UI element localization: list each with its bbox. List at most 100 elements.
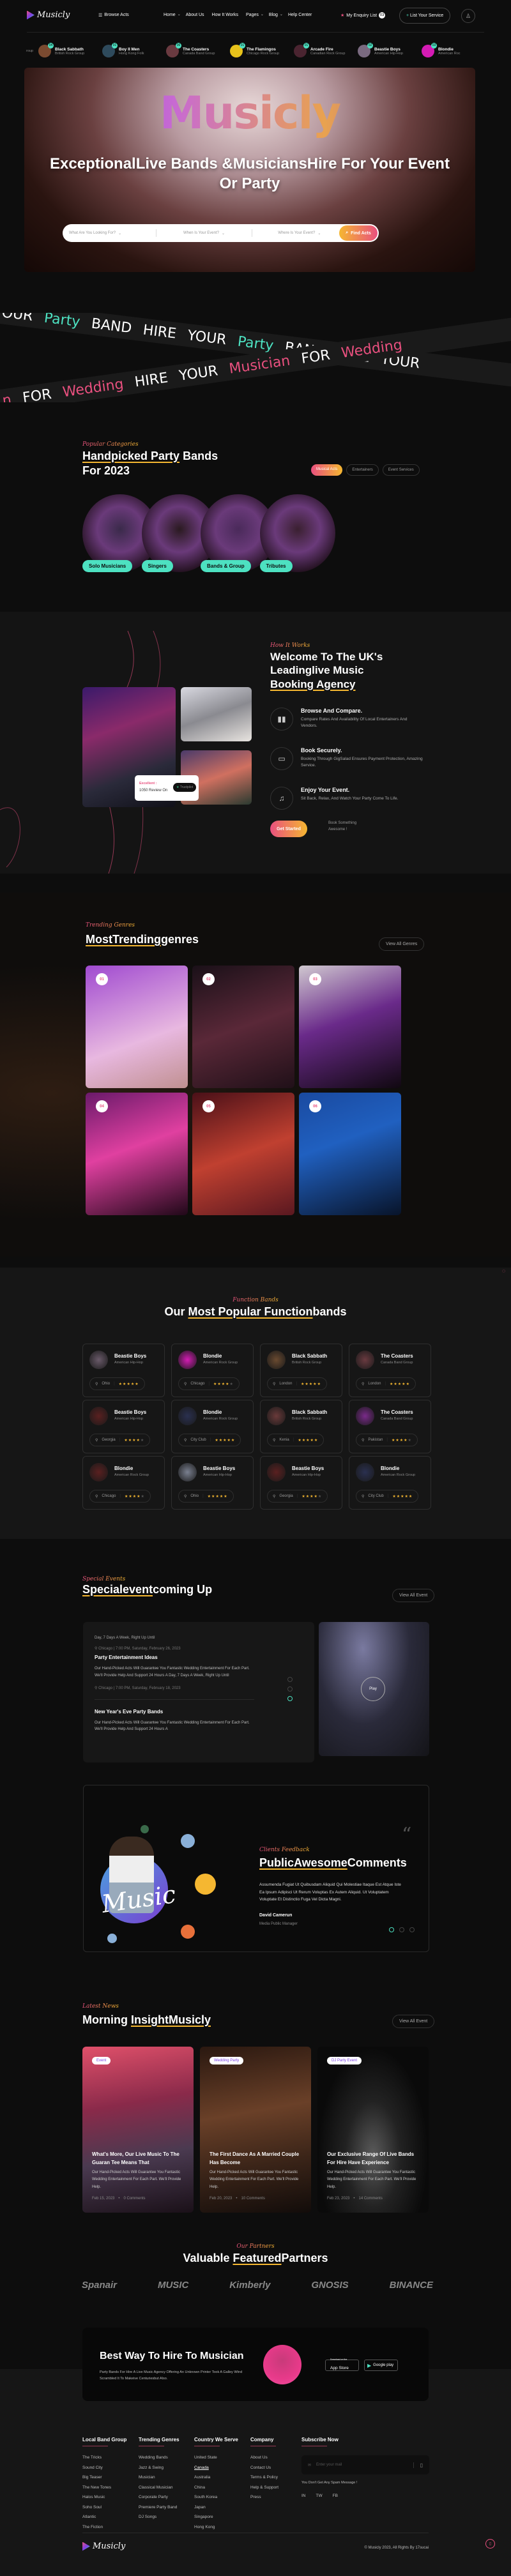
looking-for-select[interactable]: What Are You Looking For? ⌄ (69, 231, 148, 236)
email-input[interactable]: ✉ Enter your mail ▯ (301, 2455, 429, 2474)
social-link[interactable]: FB (333, 2494, 338, 2498)
user-account-button[interactable]: ♙ (461, 9, 475, 23)
band-card[interactable]: Black Sabbath British Rock Group ⚲ London | ★… (260, 1344, 342, 1397)
event-title[interactable]: Party Entertainment Ideas (95, 1655, 303, 1660)
genre-card[interactable]: 03 (299, 966, 401, 1088)
tab-entertainers[interactable]: Entertainers (346, 464, 379, 476)
footer-link[interactable]: Premiere Party Band (139, 2505, 194, 2510)
partner-logo[interactable]: Kimberly (229, 2280, 270, 2291)
footer-link[interactable]: The Fiction (82, 2525, 139, 2529)
artist-ticker-item[interactable]: 01 Arcade Fire Canadian Rock Group (294, 42, 358, 60)
news-title[interactable]: What's More, Our Live Music To The Guara… (92, 2151, 188, 2167)
band-card[interactable]: The Coasters Canada Band Group ⚲ Pakistan | ★… (349, 1400, 431, 1453)
nav-pages[interactable]: Pages (246, 13, 259, 17)
event-date-select[interactable]: When Is Your Event? ⌄ (164, 231, 243, 236)
band-card[interactable]: Beastie Boys American Hip-Hop ⚲ Georgia | ★★★… (82, 1400, 165, 1453)
footer-link[interactable]: Contact Us (250, 2466, 305, 2470)
genre-card[interactable]: 02 (192, 966, 294, 1088)
nav-about[interactable]: About Us (186, 13, 204, 17)
footer-link[interactable]: South Korea (194, 2495, 250, 2499)
news-card[interactable]: Event What's More, Our Live Music To The … (82, 2047, 194, 2213)
news-category-tag[interactable]: Event (92, 2057, 111, 2065)
footer-link[interactable]: Canada (194, 2466, 250, 2470)
category-card[interactable]: Tributes (259, 494, 335, 572)
band-card[interactable]: Beastie Boys American Hip-Hop ⚲ Ohio | ★★★★★ (171, 1456, 254, 1510)
trustpilot-badge[interactable]: ★ Trustpilot (173, 783, 197, 792)
footer-link[interactable]: Wedding Bands (139, 2455, 194, 2460)
news-card[interactable]: Wedding Party The First Dance As A Marrie… (200, 2047, 311, 2213)
footer-logo[interactable]: Musicly (82, 2542, 125, 2551)
partner-logo[interactable]: MUSIC (158, 2280, 188, 2291)
footer-link[interactable]: Help & Support (250, 2485, 305, 2490)
app-store-button[interactable]: Download on the App Store (325, 2359, 359, 2371)
footer-link[interactable]: Atlantic (82, 2515, 139, 2519)
footer-link[interactable]: The Tricks (82, 2455, 139, 2460)
genre-card[interactable]: 06 (299, 1093, 401, 1215)
partner-logo[interactable]: GNOSIS (311, 2280, 348, 2291)
footer-link[interactable]: China (194, 2485, 250, 2490)
artist-ticker-item[interactable]: 02 Beastie Boys American Hip-Hop (358, 42, 422, 60)
band-card[interactable]: Black Sabbath British Rock Group ⚲ Kenia | ★★… (260, 1400, 342, 1453)
band-card[interactable]: Beastie Boys American Hip-Hop ⚲ Ohio | ★★★★★ (82, 1344, 165, 1397)
footer-link[interactable]: Terms & Policy (250, 2475, 305, 2480)
footer-link[interactable]: Japan (194, 2505, 250, 2510)
partner-logo[interactable]: BINANCE (390, 2280, 433, 2291)
social-link[interactable]: TW (316, 2494, 323, 2498)
logo[interactable]: Musicly (27, 10, 70, 20)
band-card[interactable]: The Coasters Canada Band Group ⚲ London | ★★★… (349, 1344, 431, 1397)
back-to-top-button[interactable]: ▯ (485, 2539, 495, 2549)
social-link[interactable]: IN (301, 2494, 306, 2498)
footer-link[interactable]: DJ Songs (139, 2515, 194, 2519)
news-category-tag[interactable]: DJ Party Event (327, 2057, 362, 2065)
slider-dot[interactable] (287, 1686, 293, 1692)
artist-ticker-item[interactable]: 06 The Coasters Canada Band Group (166, 42, 230, 60)
footer-link[interactable]: Press (250, 2495, 305, 2499)
band-card[interactable]: Blondie American Rock Group ⚲ City Club | ★★★… (349, 1456, 431, 1510)
footer-link[interactable]: Big Teaser (82, 2475, 139, 2480)
news-title[interactable]: The First Dance As A Married Couple Has … (210, 2151, 305, 2167)
artist-ticker-item[interactable]: 01 Boy II Men Hong Kong Folk (102, 42, 166, 60)
nav-help-center[interactable]: Help Center (288, 13, 312, 17)
view-all-news-button[interactable]: View All Event (392, 2015, 435, 2028)
send-icon[interactable]: ▯ (413, 2462, 423, 2468)
genre-card[interactable]: 01 (86, 966, 188, 1088)
footer-link[interactable]: Classical Musician (139, 2485, 194, 2490)
footer-link[interactable]: Hong Kong (194, 2525, 250, 2529)
footer-link[interactable]: Singapore (194, 2515, 250, 2519)
partner-logo[interactable]: Spanair (82, 2280, 117, 2291)
footer-link[interactable]: Australia (194, 2475, 250, 2480)
enquiry-list-link[interactable]: ★ My Enquiry List 03 (340, 12, 386, 19)
genre-card[interactable]: 04 (86, 1093, 188, 1215)
artist-ticker-item[interactable]: 04 Black Sabbath British Rock Group (38, 42, 102, 60)
nav-home[interactable]: Home (164, 13, 176, 17)
band-card[interactable]: Blondie American Rock Group ⚲ Chicago | ★★★★★ (171, 1344, 254, 1397)
view-all-events-button[interactable]: View All Event (392, 1589, 435, 1602)
google-play-button[interactable]: ▶ Google play (364, 2360, 398, 2371)
scroll-indicator-icon[interactable]: ◌ (502, 1268, 511, 1277)
tab-event-services[interactable]: Event Services (382, 464, 420, 476)
find-acts-button[interactable]: ⌕ Find Acts (339, 225, 378, 241)
event-title[interactable]: New Year's Eve Party Bands (95, 1709, 303, 1715)
news-title[interactable]: Our Exclusive Range Of Live Bands For Hi… (327, 2151, 423, 2167)
footer-link[interactable]: Jazz & Swing (139, 2466, 194, 2470)
band-card[interactable]: Blondie American Rock Group ⚲ City Club | ★★★… (171, 1400, 254, 1453)
slider-dot[interactable] (399, 1927, 404, 1932)
tab-musical-acts[interactable]: Musical Acts (311, 464, 343, 476)
news-card[interactable]: DJ Party Event Our Exclusive Range Of Liv… (317, 2047, 429, 2213)
slider-dot[interactable] (409, 1927, 415, 1932)
footer-link[interactable]: Soho Soul (82, 2505, 139, 2510)
view-all-genres-button[interactable]: View All Genres (379, 937, 425, 951)
footer-link[interactable]: About Us (250, 2455, 305, 2460)
news-category-tag[interactable]: Wedding Party (210, 2057, 244, 2065)
footer-link[interactable]: Musician (139, 2475, 194, 2480)
slider-dot-active[interactable] (389, 1927, 394, 1932)
slider-dot[interactable] (287, 1677, 293, 1682)
footer-link[interactable]: Sound City (82, 2466, 139, 2470)
footer-link[interactable]: United State (194, 2455, 250, 2460)
artist-ticker-item[interactable]: roup (0, 42, 38, 60)
event-location-select[interactable]: Where Is Your Event? ⌄ (260, 231, 339, 236)
nav-blog[interactable]: Blog (269, 13, 278, 17)
footer-link[interactable]: The New Tones (82, 2485, 139, 2490)
play-button[interactable]: Play (361, 1677, 385, 1701)
list-your-service-button[interactable]: + List Your Service (399, 8, 451, 24)
